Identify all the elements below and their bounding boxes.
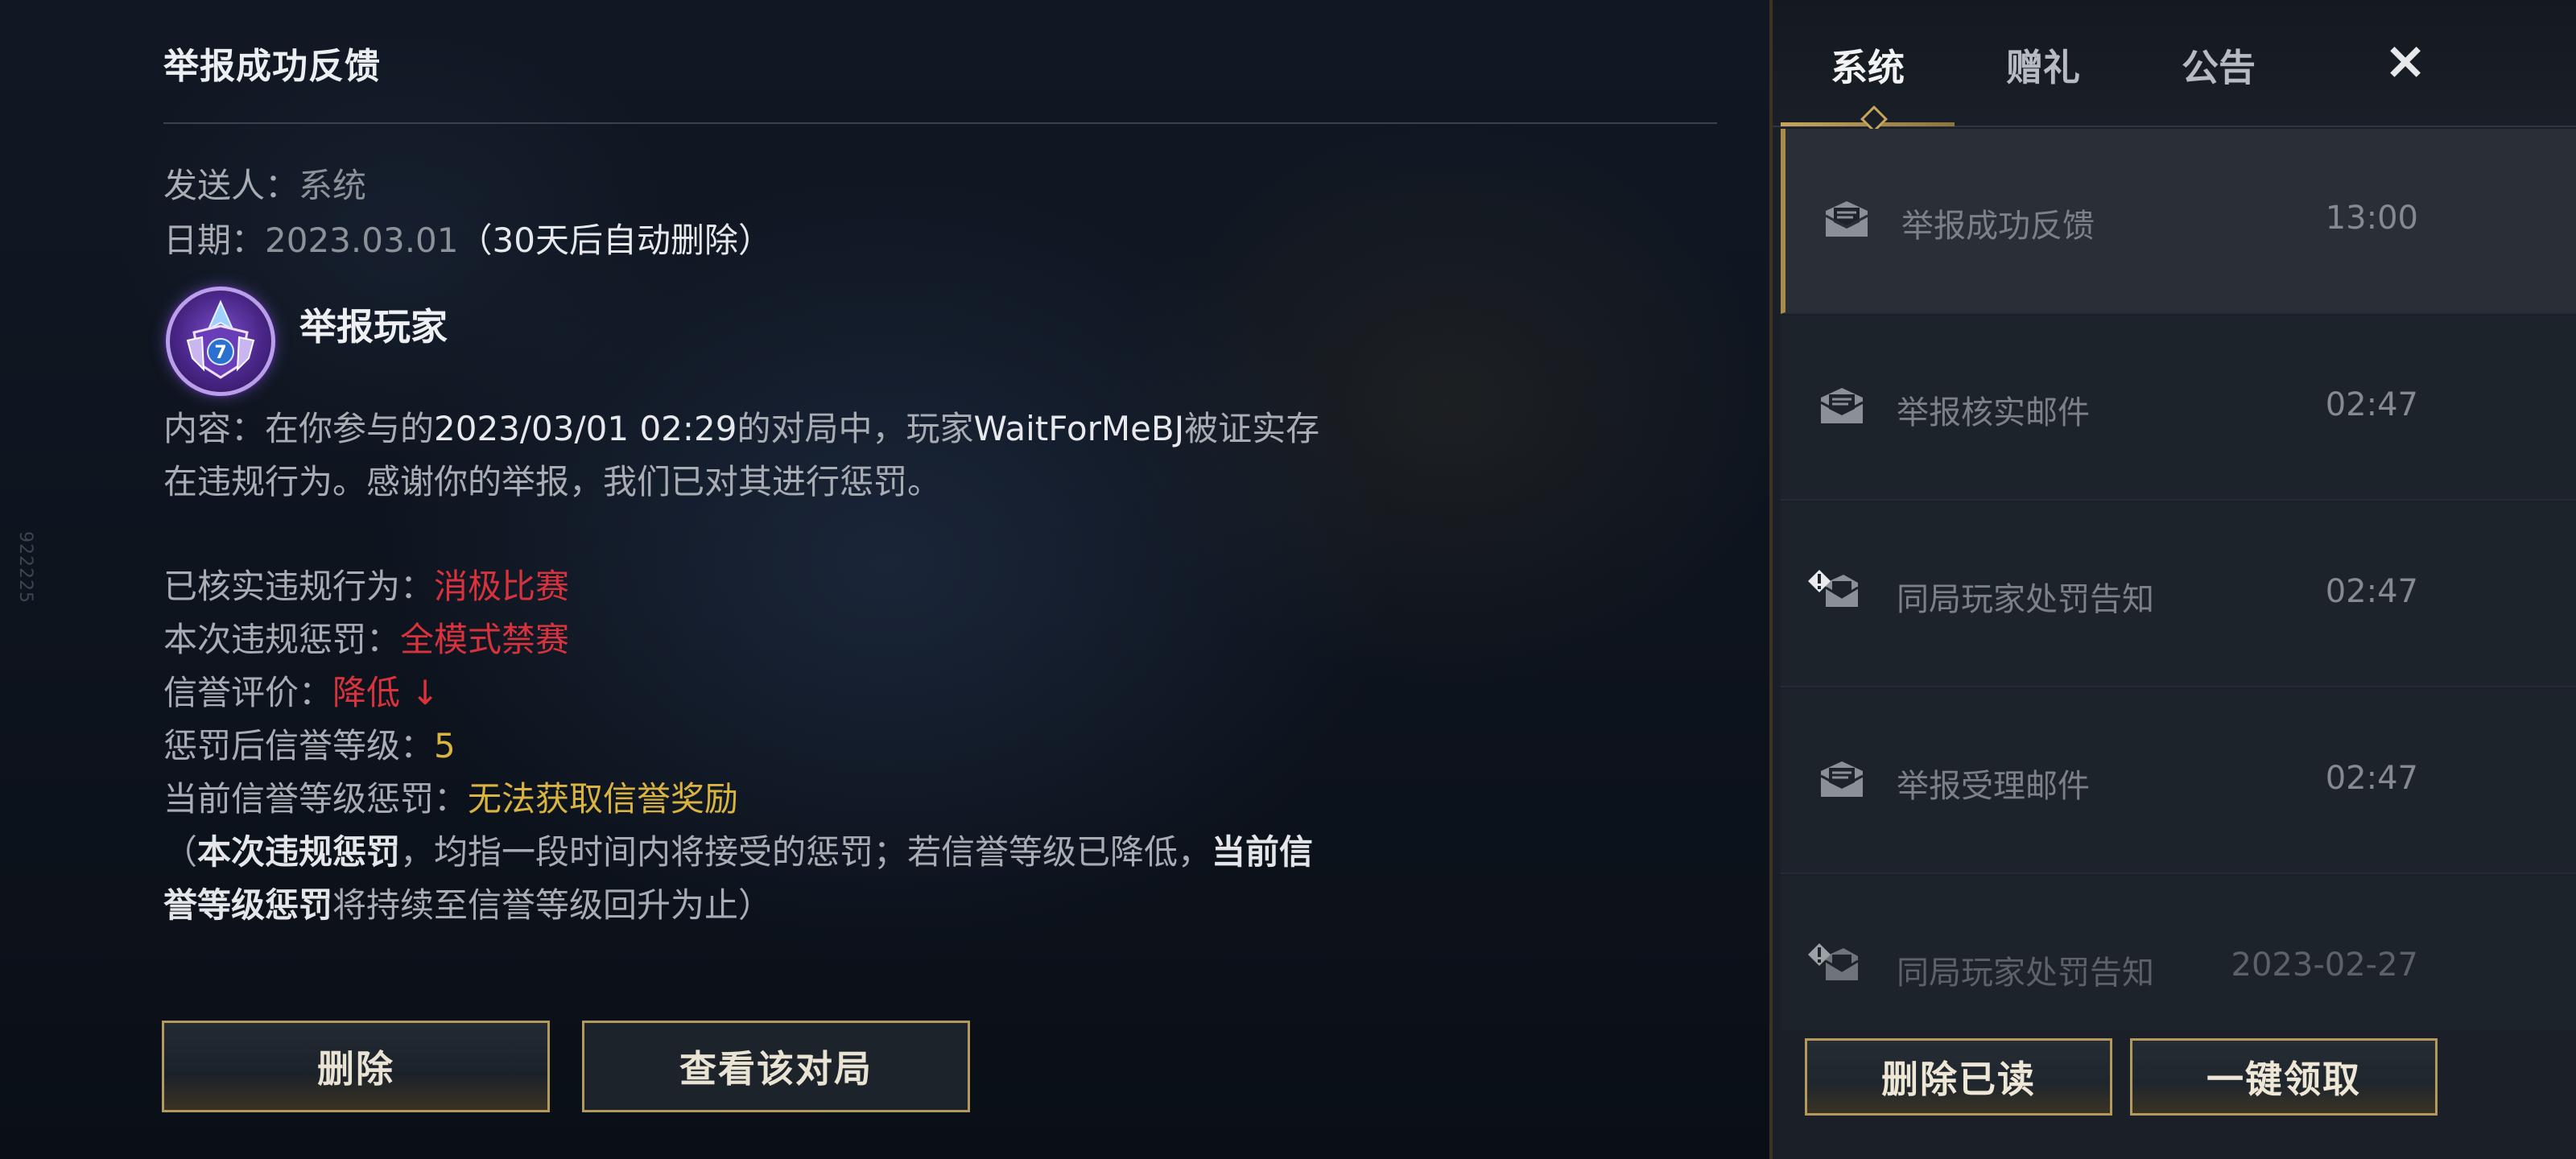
mail-title: 举报成功反馈 <box>163 46 381 87</box>
mail-open-icon <box>1825 201 1868 237</box>
current-penalty-label: 当前信誉等级惩罚： <box>163 779 469 819</box>
content-line-2: 在违规行为。感谢你的举报，我们已对其进行惩罚。 <box>163 462 942 501</box>
view-match-button[interactable]: 查看该对局 <box>582 1021 970 1112</box>
level-label: 惩罚后信誉等级： <box>163 726 435 765</box>
sender-row: 发送人：系统 <box>163 159 366 212</box>
content-prefix: 内容：在你参与的 <box>163 409 435 448</box>
content-line-1: 内容：在你参与的2023/03/01 02:29的对局中，玩家WaitForMe… <box>163 402 1319 456</box>
mail-item[interactable]: 同局玩家处罚告知 2023-02-27 <box>1781 876 2576 1030</box>
svg-text:7: 7 <box>214 343 226 363</box>
delete-read-button[interactable]: 删除已读 <box>1805 1038 2112 1116</box>
penalty-value: 全模式禁赛 <box>400 620 570 659</box>
date-row: 日期：2023.03.01（30天后自动删除） <box>163 214 772 267</box>
tab-gifts[interactable]: 赠礼 <box>2006 39 2080 92</box>
mail-item-title: 举报受理邮件 <box>1897 768 2090 805</box>
mail-open-icon <box>1820 388 1864 423</box>
current-penalty-row: 当前信誉等级惩罚：无法获取信誉奖励 <box>163 773 738 826</box>
note-bold-1: 本次违规惩罚 <box>197 832 401 872</box>
mail-item-time: 02:47 <box>2325 760 2418 797</box>
credit-label: 信誉评价： <box>163 673 333 712</box>
mail-item-title: 同局玩家处罚告知 <box>1897 581 2154 618</box>
date-label: 日期： <box>163 221 266 260</box>
mail-item[interactable]: 举报成功反馈 13:00 <box>1781 129 2576 314</box>
mail-item-time: 02:47 <box>2325 386 2418 423</box>
report-emblem-icon: 7 <box>166 287 275 396</box>
mail-item[interactable]: 举报核实邮件 02:47 <box>1781 316 2576 501</box>
credit-row: 信誉评价：降低 ↓ <box>163 666 440 720</box>
mail-item-time: 02:47 <box>2325 573 2418 610</box>
mail-alert-icon <box>1808 570 1859 607</box>
tab-announcements[interactable]: 公告 <box>2182 39 2256 92</box>
mail-item-time: 13:00 <box>2325 200 2418 237</box>
close-icon[interactable]: × <box>2373 29 2438 93</box>
credit-value: 降低 ↓ <box>332 673 440 712</box>
mail-list-panel: 系统 赠礼 公告 × 举报成功反馈 13:00 举报核实邮件 02:47 同局玩… <box>1769 0 2576 1159</box>
mail-item-title: 举报成功反馈 <box>1901 208 2095 245</box>
tab-system[interactable]: 系统 <box>1831 39 1905 92</box>
mail-item-title: 举报核实邮件 <box>1897 394 2090 431</box>
verified-row: 已核实违规行为：消极比赛 <box>163 560 569 613</box>
content-suffix: 被证实存 <box>1184 409 1320 448</box>
delete-button[interactable]: 删除 <box>162 1021 550 1112</box>
level-row: 惩罚后信誉等级：5 <box>163 720 456 773</box>
claim-all-button[interactable]: 一键领取 <box>2130 1038 2438 1116</box>
mail-detail: 举报成功反馈 发送人：系统 日期：2023.03.01（30天后自动删除） 7 … <box>0 0 1771 1159</box>
penalty-row: 本次违规惩罚：全模式禁赛 <box>163 613 569 666</box>
date-note: （30天后自动删除） <box>458 221 772 260</box>
current-penalty-value: 无法获取信誉奖励 <box>468 779 739 819</box>
game-mail-screen: 922225 举报成功反馈 发送人：系统 日期：2023.03.01（30天后自… <box>0 0 2576 1159</box>
note-mid: ，均指一段时间内将接受的惩罚；若信誉等级已降低， <box>400 832 1212 872</box>
mail-item-title: 同局玩家处罚告知 <box>1897 955 2154 992</box>
reported-player-name: WaitForMeBJ <box>973 409 1185 448</box>
content-match-time: 2023/03/01 02:29 <box>434 409 737 448</box>
verified-value: 消极比赛 <box>434 567 570 606</box>
sender-value: 系统 <box>299 166 367 205</box>
note-rest: 将持续至信誉等级回升为止） <box>332 885 773 925</box>
content-mid: 的对局中，玩家 <box>737 409 974 448</box>
mail-list: 举报成功反馈 13:00 举报核实邮件 02:47 同局玩家处罚告知 02:47… <box>1773 129 2576 1030</box>
tab-bar: 系统 赠礼 公告 × <box>1773 0 2576 133</box>
note-bold-2: 当前信 <box>1212 832 1314 872</box>
mail-alert-icon <box>1808 943 1859 980</box>
penalty-label: 本次违规惩罚： <box>163 620 401 659</box>
mail-item[interactable]: 同局玩家处罚告知 02:47 <box>1781 502 2576 687</box>
sender-label: 发送人： <box>163 166 299 205</box>
note-line-1: （本次违规惩罚，均指一段时间内将接受的惩罚；若信誉等级已降低，当前信 <box>163 826 1313 879</box>
note-line-2: 誉等级惩罚将持续至信誉等级回升为止） <box>163 879 772 932</box>
note-bold-3: 誉等级惩罚 <box>163 885 333 925</box>
note-open: （ <box>163 832 198 872</box>
report-player-heading: 举报玩家 <box>299 305 448 349</box>
mail-item[interactable]: 举报受理邮件 02:47 <box>1781 689 2576 874</box>
mail-item-time: 2023-02-27 <box>2231 947 2418 984</box>
title-divider <box>163 122 1717 124</box>
verified-label: 已核实违规行为： <box>163 567 435 606</box>
level-value: 5 <box>434 726 456 765</box>
mail-open-icon <box>1820 761 1864 797</box>
date-value: 2023.03.01 <box>265 221 459 260</box>
